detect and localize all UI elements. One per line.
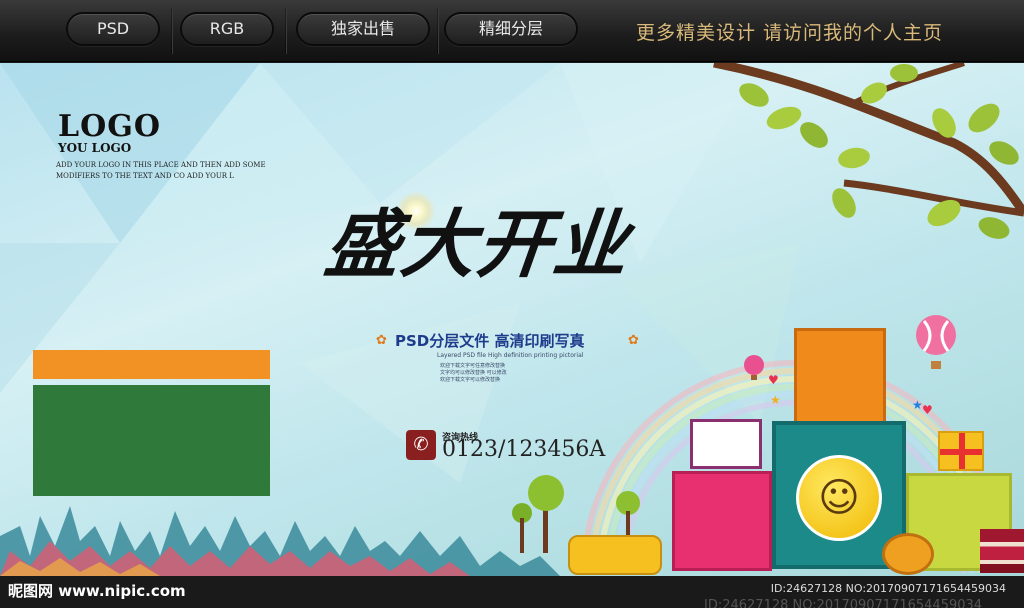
hot-air-balloon-icon	[916, 315, 956, 369]
logo-subtitle: YOU LOGO	[58, 141, 132, 155]
watermark-strip: 昵图网 www.nipic.com ID:24627128 NO:2017090…	[0, 576, 1024, 608]
tree-branch-illustration	[713, 63, 1024, 239]
image-id-ghost-watermark: ID:24627128 NO:20170907171654459034	[704, 598, 983, 608]
exclusive-sale-badge[interactable]: 独家出售	[296, 12, 430, 46]
books-stack-icon	[980, 529, 1024, 573]
orange-block	[794, 328, 886, 424]
green-placeholder-box	[33, 385, 270, 496]
fine-print-line: 欢迎下载文字可以修改替换	[440, 377, 501, 383]
grand-opening-banner: LOGO YOU LOGO ADD YOUR LOGO IN THIS PLAC…	[0, 63, 1024, 576]
fine-print-line: 欢迎下载文字可任意修改替换	[440, 363, 506, 369]
smiley-face-icon: ☺	[796, 455, 882, 541]
subtitle-english: Layered PSD file High definition printin…	[437, 352, 584, 359]
gift-box-icon	[938, 431, 984, 471]
small-balloon-icon	[744, 355, 764, 380]
notebook-icon	[690, 419, 762, 469]
psd-badge[interactable]: PSD	[66, 12, 160, 46]
separator	[171, 8, 173, 54]
heart-icon: ♥	[922, 403, 933, 417]
fine-layers-badge[interactable]: 精细分层	[444, 12, 578, 46]
flower-ornament-icon: ✿	[376, 333, 387, 348]
promo-tagline: 更多精美设计 请访问我的个人主页	[636, 22, 944, 44]
site-watermark: 昵图网 www.nipic.com	[8, 582, 186, 600]
phone-icon: ✆	[406, 430, 436, 460]
separator	[285, 8, 287, 54]
orange-placeholder-bar	[33, 350, 270, 379]
fine-print-line: 文字均可以修改替换 可以修改	[440, 370, 507, 376]
heart-icon: ♥	[768, 373, 779, 387]
city-skyline-illustration	[0, 506, 560, 576]
star-icon: ★	[770, 393, 781, 407]
separator	[437, 8, 439, 54]
logo-title: LOGO	[58, 109, 161, 144]
logo-description: ADD YOUR LOGO IN THIS PLACE AND THEN ADD…	[56, 161, 266, 180]
fine-print: 欢迎下载文字可任意修改替换 文字均可以修改替换 可以修改 欢迎下载文字可以修改替…	[440, 363, 580, 384]
top-toolbar: PSD RGB 独家出售 精细分层 更多精美设计 请访问我的个人主页	[0, 0, 1024, 62]
psd-subtitle: PSD分层文件 高清印刷写真	[395, 332, 585, 350]
alarm-clock-icon	[882, 533, 934, 575]
rgb-badge[interactable]: RGB	[180, 12, 274, 46]
image-id-watermark: ID:24627128 NO:20170907171654459034	[770, 582, 1006, 595]
